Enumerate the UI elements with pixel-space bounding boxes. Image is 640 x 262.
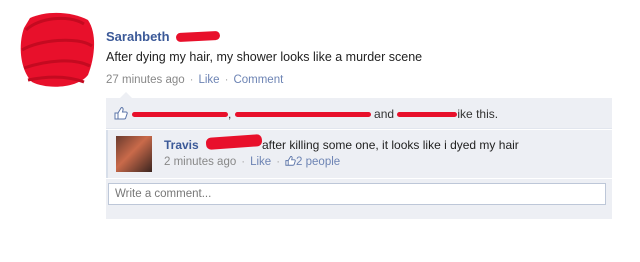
write-comment-input[interactable]: Write a comment... — [108, 183, 606, 205]
feedback-panel: , and ike this. Travis after killing som… — [106, 92, 612, 219]
post-timestamp[interactable]: 27 minutes ago — [106, 74, 185, 86]
comment-meta: 2 minutes ago · Like · 2 people — [164, 156, 341, 168]
likes-sentence: , and ike this. — [132, 107, 498, 121]
likes-suffix: ike this. — [457, 107, 499, 121]
liker-others-redaction[interactable] — [397, 112, 458, 118]
post-comment-link[interactable]: Comment — [233, 74, 283, 86]
post-meta: 27 minutes ago · Like · Comment — [106, 74, 284, 86]
post-text: After dying my hair, my shower looks lik… — [106, 50, 423, 64]
author-lastname-redaction — [175, 30, 221, 43]
comment-author-redaction — [205, 134, 263, 150]
small-thumbs-up-icon — [285, 156, 296, 166]
comment-text: after killing some one, it looks like i … — [262, 138, 519, 152]
comment-timestamp[interactable]: 2 minutes ago — [164, 156, 236, 168]
comment-like-link[interactable]: Like — [250, 156, 271, 168]
avatar-redacted — [20, 12, 95, 87]
comment-author-link[interactable]: Travis — [164, 138, 199, 152]
likes-row: , and ike this. — [106, 98, 612, 129]
likes-and: and — [374, 107, 395, 121]
comment-avatar[interactable] — [116, 136, 152, 172]
thumbs-up-icon — [114, 107, 128, 120]
post-author-link[interactable]: Sarahbeth — [106, 29, 170, 44]
post-like-link[interactable]: Like — [198, 74, 219, 86]
comment-composer: Write a comment... — [106, 179, 612, 219]
liker-name-redaction-1[interactable] — [132, 112, 228, 118]
liker-name-redaction-2[interactable] — [234, 112, 371, 118]
comment-like-count-link[interactable]: 2 people — [296, 156, 340, 168]
comment: Travis after killing some one, it looks … — [106, 130, 612, 178]
